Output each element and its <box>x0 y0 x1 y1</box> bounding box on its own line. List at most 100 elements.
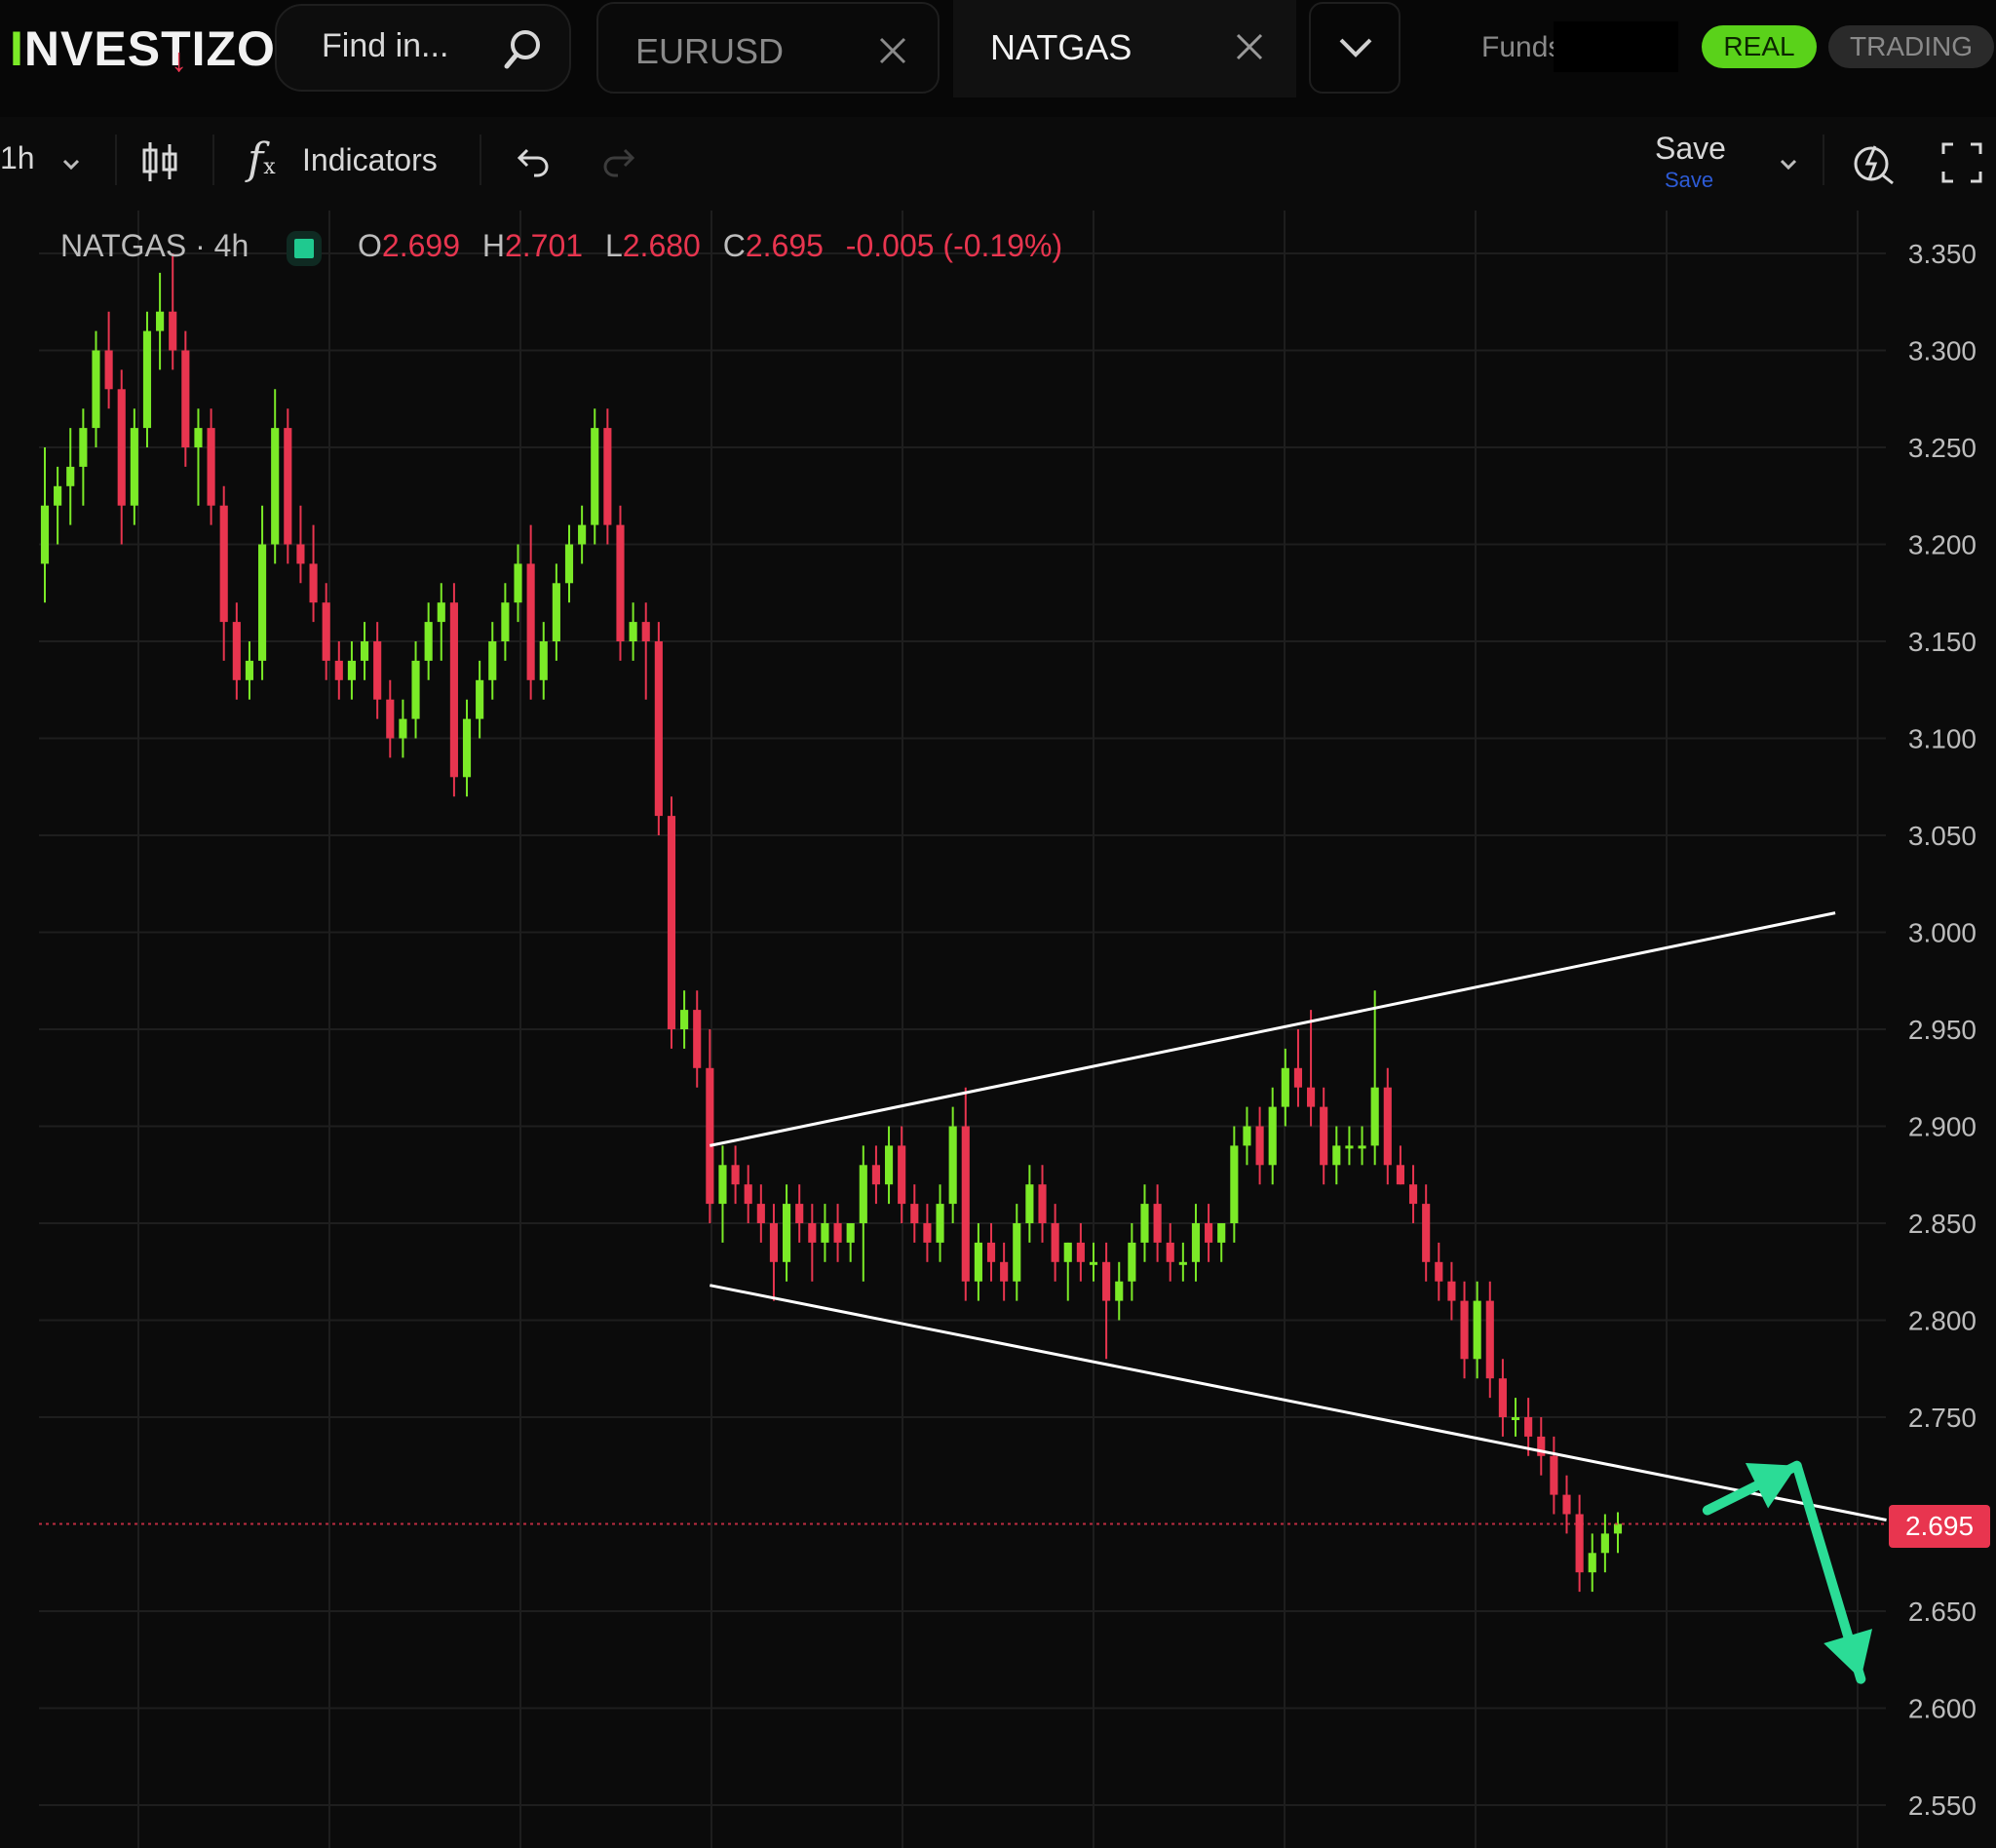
candle-body <box>194 428 203 447</box>
candle <box>910 1184 919 1243</box>
candle-body <box>411 660 420 719</box>
candle-body <box>564 544 574 584</box>
candle-body <box>552 583 560 641</box>
tab-natgas[interactable]: NATGAS <box>953 0 1296 97</box>
indicators-button[interactable]: Indicators <box>302 142 438 178</box>
price-chart[interactable]: 3.350 3.300 3.250 3.200 3.150 3.100 3.050 3.000… <box>0 211 1996 1848</box>
candle <box>1460 1281 1469 1379</box>
tab-eurusd[interactable]: EURUSD <box>596 2 940 94</box>
market-status-dot <box>287 230 323 266</box>
candle-body <box>756 1204 765 1223</box>
candle <box>1140 1184 1149 1262</box>
candle-body <box>923 1223 932 1243</box>
candle-body <box>79 428 88 467</box>
candle <box>347 641 356 700</box>
redo-icon[interactable] <box>600 142 639 181</box>
candle <box>1345 1126 1354 1166</box>
timeframe-selector[interactable]: 1h <box>0 140 35 176</box>
candle-body <box>1063 1242 1072 1262</box>
candle <box>923 1204 932 1262</box>
candle-body <box>1345 1145 1354 1149</box>
y-axis-tick-label: 2.850 <box>1908 1209 1977 1239</box>
candle-body <box>1383 1087 1392 1166</box>
candle-body <box>1358 1145 1366 1149</box>
candlestick-type-icon[interactable] <box>140 138 179 185</box>
y-axis-tick-label: 3.150 <box>1908 627 1977 657</box>
candle <box>731 1145 740 1205</box>
search-box[interactable]: Find in... <box>275 4 571 92</box>
candle <box>194 408 203 506</box>
search-icon[interactable] <box>499 25 546 72</box>
candle <box>1396 1145 1404 1185</box>
chevron-down-icon[interactable] <box>58 152 84 177</box>
undo-icon[interactable] <box>513 142 552 181</box>
function-icon[interactable]: fx <box>248 135 276 184</box>
candle <box>207 408 215 525</box>
tabs-dropdown-button[interactable] <box>1309 2 1401 94</box>
candle-body <box>1588 1553 1596 1573</box>
chart-canvas[interactable]: 3.350 3.300 3.250 3.200 3.150 3.100 3.050 3.000… <box>0 211 1996 1848</box>
candle <box>961 1087 970 1301</box>
candle <box>1025 1165 1034 1243</box>
candle <box>1128 1223 1136 1301</box>
candle-body <box>399 718 407 739</box>
funds-value-redacted <box>1554 21 1678 72</box>
chevron-down-icon <box>1339 38 1372 58</box>
candle-body <box>373 641 382 700</box>
candle-body <box>462 718 472 778</box>
candle <box>1588 1533 1596 1593</box>
candle-body <box>449 602 458 778</box>
candle <box>1511 1398 1520 1437</box>
candle-body <box>795 1204 804 1223</box>
candle-body <box>309 563 318 603</box>
candle-body <box>1307 1087 1316 1107</box>
candle-body <box>1115 1281 1124 1301</box>
y-axis-tick-label: 3.300 <box>1908 336 1977 366</box>
open-value: 2.699 <box>381 228 460 263</box>
logo-down-arrow-icon: ↓ <box>171 42 188 79</box>
candle <box>411 641 420 739</box>
candle <box>986 1223 996 1282</box>
candle <box>181 330 190 467</box>
candle <box>539 622 548 700</box>
y-axis-tick-label: 2.600 <box>1908 1694 1977 1724</box>
save-button[interactable]: Save <box>1655 131 1726 167</box>
candle <box>1178 1242 1187 1282</box>
trading-button[interactable]: TRADING <box>1828 25 1994 68</box>
candle <box>564 524 574 603</box>
candle <box>169 253 177 370</box>
candle-body <box>1498 1378 1507 1417</box>
last-price-tag: 2.695 <box>1889 1505 1990 1548</box>
candle-body <box>232 622 241 680</box>
candle-body <box>1370 1087 1379 1146</box>
candle-body <box>54 485 62 506</box>
candle <box>156 272 165 370</box>
candle-body <box>910 1204 919 1223</box>
candle <box>1320 1087 1328 1185</box>
candle <box>386 679 395 758</box>
candle-body <box>974 1242 982 1282</box>
candle <box>795 1184 804 1243</box>
candle-body <box>1460 1300 1469 1360</box>
y-axis-tick-label: 2.800 <box>1908 1306 1977 1336</box>
candle <box>245 641 254 700</box>
candle <box>884 1126 894 1205</box>
real-account-button[interactable]: REAL <box>1702 25 1817 68</box>
candle-body <box>1089 1261 1098 1265</box>
quick-trade-icon[interactable] <box>1850 138 1899 187</box>
candle-body <box>271 428 280 545</box>
candle <box>680 990 689 1049</box>
close-icon[interactable] <box>875 33 910 68</box>
candle-body <box>986 1242 996 1262</box>
candle <box>769 1204 779 1301</box>
close-icon[interactable] <box>1232 29 1267 64</box>
candle <box>706 1029 714 1223</box>
symbol-label[interactable]: NATGAS · 4h <box>60 228 249 263</box>
chevron-down-icon[interactable] <box>1776 152 1801 177</box>
candle <box>1191 1204 1201 1282</box>
logo[interactable]: INVESTIZO ↓ <box>10 19 276 79</box>
candle <box>92 330 100 447</box>
candle-body <box>1613 1523 1623 1534</box>
candle-body <box>1153 1204 1162 1243</box>
fullscreen-icon[interactable] <box>1939 140 1984 185</box>
